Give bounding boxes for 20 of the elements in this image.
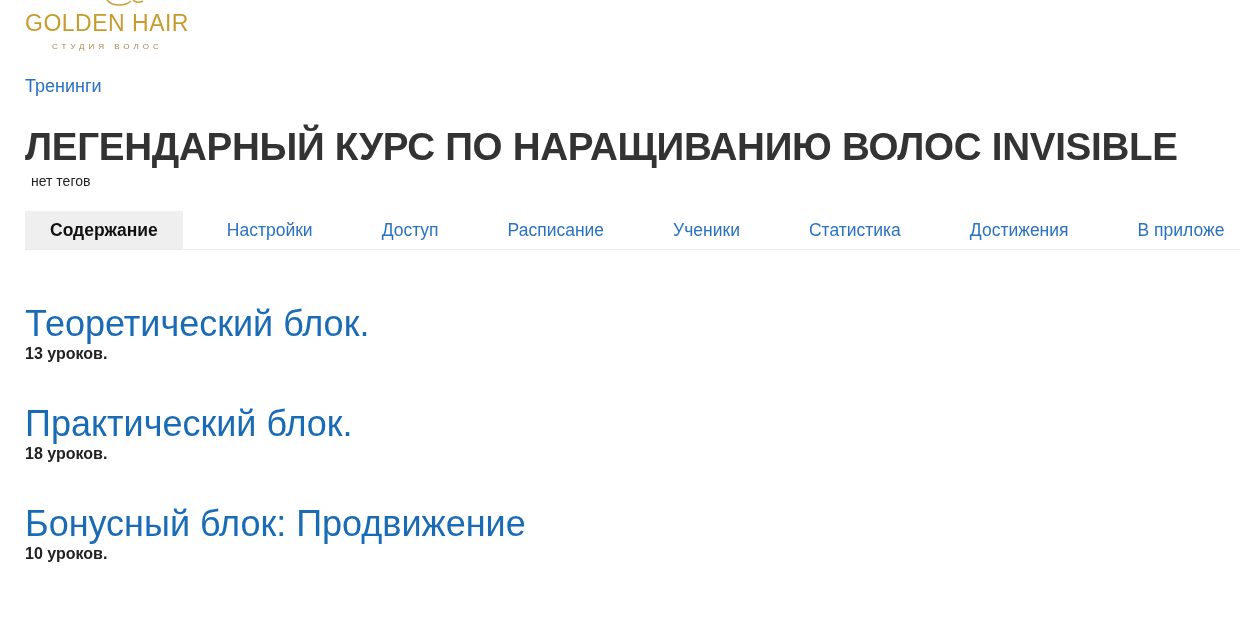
logo-emblem-icon [105, 0, 145, 6]
lesson-count: 13 уроков. [25, 344, 108, 364]
section-title-link[interactable]: Теоретический блок. [25, 304, 370, 344]
tab[interactable]: Достижения [944, 211, 1094, 249]
tab[interactable]: Статистика [783, 211, 926, 249]
tab[interactable]: Настройки [201, 211, 338, 249]
section-title-link[interactable]: Практический блок. [25, 404, 353, 444]
breadcrumb-link[interactable]: Тренинги [25, 76, 102, 96]
tab[interactable]: Доступ [356, 211, 464, 249]
tab[interactable]: Содержание [25, 211, 183, 249]
lesson-count: 18 уроков. [25, 444, 108, 464]
tab[interactable]: В приложе [1112, 211, 1240, 249]
logo-text: GOLDEN HAIR [25, 12, 189, 35]
tab[interactable]: Расписание [482, 211, 630, 249]
course-title: ЛЕГЕНДАРНЫЙ КУРС ПО НАРАЩИВАНИЮ ВОЛОС INVISIBLE [25, 125, 1178, 169]
section-title-link[interactable]: Бонусный блок: Продвижение [25, 504, 526, 544]
tab[interactable]: Ученики [648, 211, 765, 249]
tags-text: нет тегов [31, 173, 91, 189]
logo-tagline: СТУДИЯ ВОЛОС [52, 43, 163, 51]
lesson-count: 10 уроков. [25, 544, 108, 564]
